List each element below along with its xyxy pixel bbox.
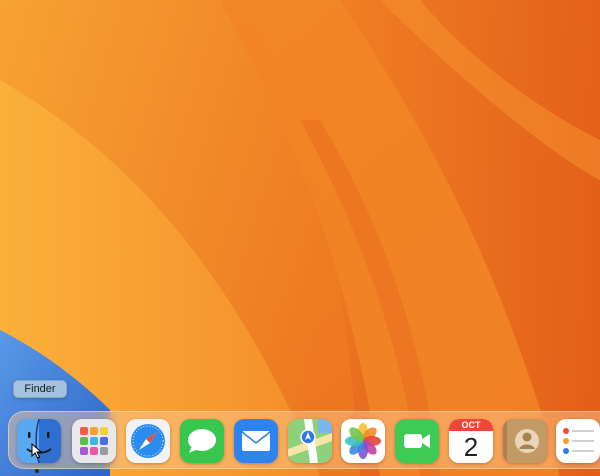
dock-item-facetime[interactable] — [395, 419, 439, 463]
mail-icon — [234, 419, 278, 463]
dock-item-calendar[interactable]: OCT 2 — [449, 419, 493, 463]
dock-item-mail[interactable] — [234, 419, 278, 463]
facetime-icon — [395, 419, 439, 463]
dock-tooltip-label: Finder — [24, 383, 56, 395]
safari-icon — [126, 419, 170, 463]
reminders-icon — [556, 419, 600, 463]
desktop-wallpaper — [0, 0, 600, 476]
dock-item-maps[interactable] — [288, 419, 332, 463]
dock-item-reminders[interactable] — [556, 419, 600, 463]
dock-tooltip: Finder — [13, 380, 67, 398]
dock-item-contacts[interactable] — [503, 419, 547, 463]
launchpad-icon — [72, 419, 116, 463]
dock-item-messages[interactable] — [180, 419, 224, 463]
finder-running-indicator — [35, 469, 39, 473]
dock-item-safari[interactable] — [126, 419, 170, 463]
dock-item-photos[interactable] — [341, 419, 385, 463]
dock-item-launchpad[interactable] — [72, 419, 116, 463]
messages-icon — [180, 419, 224, 463]
photos-icon — [341, 419, 385, 463]
calendar-day: 2 — [463, 432, 479, 462]
contacts-icon — [503, 419, 547, 463]
maps-icon — [288, 419, 332, 463]
desktop: Finder OCT 2 — [0, 0, 600, 476]
calendar-month: OCT — [461, 420, 481, 430]
mouse-cursor-icon — [31, 443, 43, 459]
